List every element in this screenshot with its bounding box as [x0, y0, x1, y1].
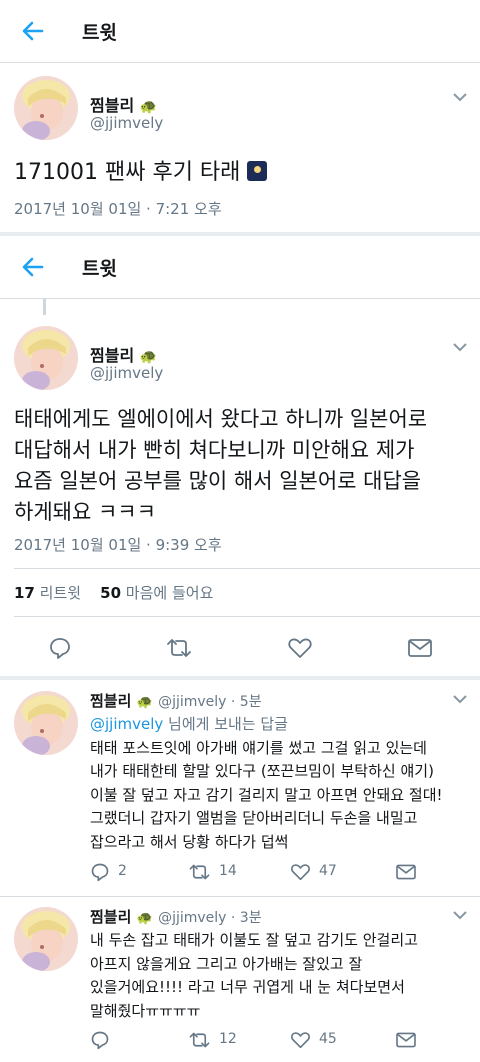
reply-text-line: 내가 태태한테 할말 있다구 (쪼끈브밈이 부탁하신 얘기) — [90, 762, 434, 780]
stats-divider — [14, 568, 480, 569]
author-name-text: 찜블리 — [90, 346, 135, 365]
mention-link[interactable]: @jjimvely — [90, 715, 163, 733]
message-icon[interactable] — [395, 1031, 417, 1049]
thread-line — [43, 299, 46, 315]
reply-text-line: 그랬더니 갑자기 앨범을 닫아버리더니 두손을 내밀고 — [90, 809, 418, 827]
reply-author[interactable]: 찜블리 🐢 @jjimvely · 5분 — [90, 690, 262, 711]
author-handle-time: @jjimvely · 3분 — [158, 910, 262, 926]
chevron-down-icon[interactable] — [452, 92, 468, 102]
reply-to-suffix: 님에게 보내는 답글 — [163, 715, 288, 733]
retweet-icon[interactable] — [165, 636, 193, 660]
author-handle-time: @jjimvely · 5분 — [158, 694, 262, 710]
author-name-text: 찜블리 — [90, 908, 132, 926]
tweet-text: 태태에게도 엘에이에서 왔다고 하니까 일본어로 대답해서 내가 빤히 쳐다보니… — [14, 404, 476, 528]
header-divider — [0, 62, 480, 63]
top-app-bar-2: 트윗 — [0, 236, 480, 298]
tweet-text-line: 요즘 일본어 공부를 많이 해서 일본어로 대답을 — [14, 469, 422, 493]
page-title: 트윗 — [82, 22, 117, 44]
tweet-text-line: 태태에게도 엘에이에서 왔다고 하니까 일본어로 — [14, 407, 428, 431]
author-handle[interactable]: @jjimvely — [90, 114, 163, 132]
retweet-icon[interactable] — [188, 862, 211, 882]
turtle-emoji-icon: 🐢 — [139, 99, 158, 115]
chevron-down-icon[interactable] — [452, 694, 468, 704]
author-name[interactable]: 찜블리 🐢 — [90, 92, 157, 116]
reply-text: @jjimvely 님에게 보내는 답글 태태 포스트잇에 아가배 얘기를 썼고… — [90, 713, 475, 854]
tweet-text-line: 대답해서 내가 빤히 쳐다보니까 미안해요 제가 — [14, 438, 415, 462]
author-name[interactable]: 찜블리 🐢 — [90, 342, 157, 366]
avatar[interactable] — [14, 76, 78, 140]
likes-label[interactable]: 마음에 들어요 — [126, 584, 214, 602]
reply-text-line: 잡으라고 해서 당황 하다가 덥썩 — [90, 832, 289, 851]
like-count: 47 — [319, 863, 337, 879]
reply-text-line: 내 두손 잡고 태태가 이불도 잘 덮고 감기도 안걸리고 — [90, 931, 418, 949]
retweets-count[interactable]: 17 — [14, 584, 35, 602]
reply-text-line: 태태 포스트잇에 아가배 얘기를 썼고 그걸 읽고 있는데 — [90, 738, 427, 757]
back-arrow-icon[interactable] — [20, 254, 46, 280]
author-name-text: 찜블리 — [90, 96, 135, 115]
section-divider — [0, 676, 480, 680]
reply-text-line: 있을거에요!!!! 라고 너무 귀엽게 내 눈 쳐다보면서 — [90, 978, 405, 996]
retweet-count: 12 — [219, 1031, 237, 1047]
likes-count[interactable]: 50 — [100, 584, 121, 602]
top-app-bar: 트윗 — [0, 0, 480, 62]
turtle-emoji-icon: 🐢 — [136, 911, 153, 926]
reply-text-line: 아프지 않을게요 그리고 아가배는 잘있고 잘 — [90, 954, 363, 973]
reply-to-line: @jjimvely 님에게 보내는 답글 — [90, 713, 475, 737]
reply-icon[interactable] — [90, 1030, 110, 1050]
reply-text-line: 이불 잘 덮고 자고 감기 걸리지 말고 아프면 안돼요 절대! — [90, 785, 443, 804]
stats-divider — [14, 616, 480, 617]
like-icon[interactable] — [290, 862, 311, 882]
page-title: 트윗 — [82, 258, 117, 280]
tweet-timestamp: 2017년 10월 01일 · 7:21 오후 — [14, 200, 222, 218]
tweet-text-body: 171001 팬싸 후기 타래 — [14, 160, 241, 185]
message-icon[interactable] — [407, 637, 433, 659]
like-count: 45 — [319, 1031, 337, 1047]
back-arrow-icon[interactable] — [20, 18, 46, 44]
tweet-timestamp: 2017년 10월 01일 · 9:39 오후 — [14, 536, 222, 554]
turtle-emoji-icon: 🐢 — [139, 349, 158, 365]
reply-icon[interactable] — [48, 636, 72, 660]
retweet-count: 14 — [219, 863, 237, 879]
header-divider — [0, 298, 480, 299]
retweets-label[interactable]: 리트윗 — [40, 584, 81, 602]
reply-icon[interactable] — [90, 862, 110, 882]
avatar[interactable] — [14, 691, 78, 755]
author-handle[interactable]: @jjimvely — [90, 364, 163, 382]
reply-author[interactable]: 찜블리 🐢 @jjimvely · 3분 — [90, 906, 262, 927]
avatar[interactable] — [14, 907, 78, 971]
reply-text: 내 두손 잡고 태태가 이불도 잘 덮고 감기도 안걸리고 아프지 않을게요 그… — [90, 929, 475, 1023]
avatar[interactable] — [14, 326, 78, 390]
retweet-icon[interactable] — [188, 1030, 211, 1050]
tweet-text-line: 하게돼요 ㅋㅋㅋ — [14, 500, 156, 524]
chevron-down-icon[interactable] — [452, 910, 468, 920]
author-name-text: 찜블리 — [90, 692, 132, 710]
tweet-text: 171001 팬싸 후기 타래 — [14, 157, 476, 188]
chevron-down-icon[interactable] — [452, 342, 468, 352]
reply-count: 2 — [118, 863, 127, 879]
like-icon[interactable] — [290, 1030, 311, 1050]
reply-divider — [0, 896, 480, 897]
message-icon[interactable] — [395, 863, 417, 881]
reply-text-line: 말해줬다ㅠㅠㅠㅠ — [90, 1001, 201, 1020]
night-sky-emoji-icon — [247, 161, 268, 181]
tweet-stats: 17 리트윗 50 마음에 들어요 — [14, 582, 213, 603]
like-icon[interactable] — [287, 636, 313, 660]
turtle-emoji-icon: 🐢 — [136, 695, 153, 710]
